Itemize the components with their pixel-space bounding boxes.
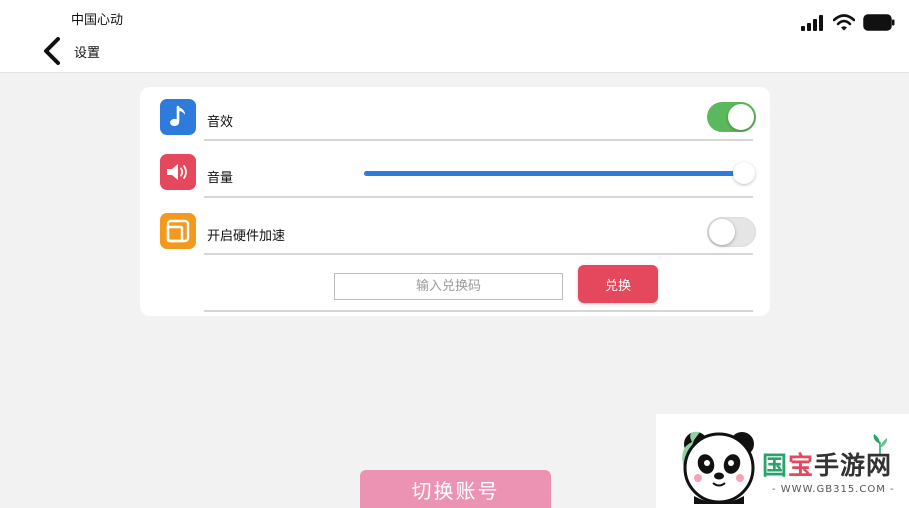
watermark-url: - WWW.GB315.COM - — [772, 484, 895, 495]
divider — [204, 196, 753, 198]
hardware-acceleration-icon — [160, 213, 196, 249]
music-note-icon — [160, 99, 196, 135]
hardware-acceleration-toggle[interactable] — [707, 217, 756, 247]
redeem-button[interactable]: 兑换 — [578, 265, 658, 303]
speaker-icon — [160, 154, 196, 190]
divider — [204, 253, 753, 255]
carrier-name: 中国心动 — [71, 13, 124, 28]
watermark: 国宝手游网 - WWW.GB315.COM - — [656, 414, 909, 508]
panda-logo-icon — [682, 431, 755, 504]
page-title: 设置 — [74, 46, 101, 61]
sound-effects-label: 音效 — [207, 115, 234, 130]
redeem-code-input[interactable] — [334, 273, 563, 300]
watermark-name-part3: 手游网 — [814, 451, 893, 480]
volume-label: 音量 — [207, 171, 234, 186]
back-button[interactable] — [40, 36, 66, 66]
slider-fill — [364, 171, 744, 176]
top-bar: 中国心动 设置 — [0, 0, 909, 73]
settings-card: 音效 音量 开启硬件加速 兑换 — [140, 87, 770, 316]
slider-track — [364, 171, 744, 176]
toggle-knob — [709, 219, 735, 245]
volume-slider[interactable] — [364, 162, 755, 186]
divider — [204, 310, 753, 312]
switch-account-button[interactable]: 切换账号 — [360, 470, 551, 508]
sound-effects-toggle[interactable] — [707, 102, 756, 132]
watermark-name-part2: 宝 — [788, 451, 815, 480]
slider-thumb[interactable] — [733, 162, 755, 184]
hardware-acceleration-label: 开启硬件加速 — [207, 229, 286, 244]
wifi-icon — [833, 14, 855, 31]
chevron-left-icon — [44, 37, 60, 65]
watermark-name-part1: 国 — [762, 451, 789, 480]
status-icons — [801, 14, 895, 31]
toggle-knob — [728, 104, 754, 130]
battery-icon — [863, 14, 895, 31]
signal-icon — [801, 14, 823, 31]
divider — [204, 139, 753, 141]
watermark-name: 国宝手游网 — [762, 446, 892, 482]
